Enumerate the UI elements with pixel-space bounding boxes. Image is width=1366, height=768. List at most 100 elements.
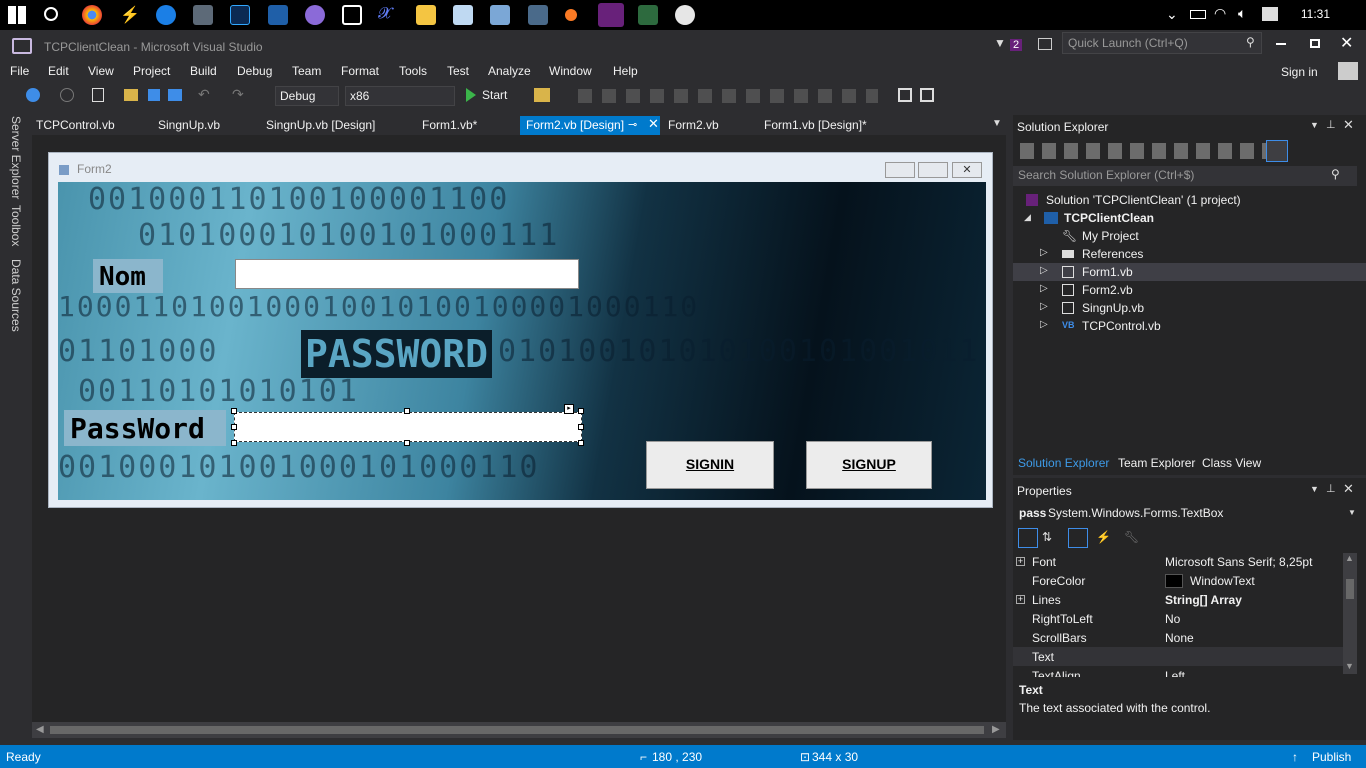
undo-icon[interactable]: ↶ [198,86,210,103]
data-sources-tab[interactable]: Data Sources [9,259,23,332]
chrome-icon[interactable] [82,5,102,25]
account-icon[interactable] [1338,62,1358,80]
pin-icon[interactable]: ⊸ [628,118,637,131]
prop-value[interactable]: String[] Array [1165,593,1242,607]
script-icon[interactable]: 𝓧 [378,5,398,25]
chevron-up-icon[interactable]: ⌄ [1166,6,1178,23]
references-node[interactable]: References [1082,247,1143,261]
publish-button[interactable]: Publish [1312,750,1351,764]
form-maximize-button[interactable] [918,162,948,178]
scroll-left-icon[interactable]: ◀ [36,724,44,735]
forward-icon[interactable] [60,88,74,102]
form2-node[interactable]: Form2.vb [1082,283,1133,297]
props-scrollbar[interactable]: ▲ ▼ [1343,553,1357,674]
tab-order-icon[interactable] [898,88,912,102]
tab-form2-design[interactable]: Form2.vb [Design] [520,116,660,135]
menu-format[interactable]: Format [341,64,379,78]
selection-handle[interactable] [404,440,410,446]
menu-help[interactable]: Help [613,64,638,78]
prop-value[interactable]: WindowText [1190,574,1255,588]
selection-handle[interactable] [231,408,237,414]
feedback-icon[interactable] [1038,38,1052,50]
notepad-icon[interactable] [453,5,473,25]
photoshop-icon[interactable] [230,5,250,25]
form-close-button[interactable]: ✕ [952,162,982,178]
save-all-icon[interactable] [168,89,182,101]
horizontal-scrollbar[interactable]: ◀ ▶ [32,722,1006,738]
pin-icon[interactable]: ⊥ [1326,118,1336,131]
scroll-thumb[interactable] [1346,579,1354,599]
menu-analyze[interactable]: Analyze [488,64,531,78]
selection-handle[interactable] [578,440,584,446]
align-toolbar-icons[interactable] [578,89,878,103]
tab-singnup-design[interactable]: SingnUp.vb [Design] [260,116,381,135]
globe-icon[interactable] [305,5,325,25]
panel-menu-icon[interactable]: ▼ [1310,120,1319,130]
singnup-node[interactable]: SingnUp.vb [1082,301,1144,315]
prop-value[interactable]: None [1165,631,1194,645]
pass-textbox[interactable] [234,412,582,442]
menu-project[interactable]: Project [133,64,170,78]
scroll-up-icon[interactable]: ▲ [1345,553,1354,563]
menu-window[interactable]: Window [549,64,592,78]
selection-handle[interactable] [578,408,584,414]
object-name[interactable]: pass [1019,506,1046,520]
tab-form2[interactable]: Form2.vb [662,116,725,135]
form1-node[interactable]: Form1.vb [1082,265,1133,279]
tab-form1-design[interactable]: Form1.vb [Design]* [758,116,873,135]
tab-team-explorer[interactable]: Team Explorer [1118,456,1195,470]
form-minimize-button[interactable] [885,162,915,178]
close-tab-icon[interactable]: ✕ [648,116,659,132]
start-button[interactable]: Start [482,88,507,102]
selection-handle[interactable] [404,408,410,414]
search-icon[interactable]: ⚲ [1246,35,1255,49]
tab-singnup[interactable]: SingnUp.vb [152,116,226,135]
search-icon[interactable]: ⚲ [1331,167,1340,181]
nom-textbox[interactable] [235,259,579,289]
menu-view[interactable]: View [88,64,114,78]
new-project-icon[interactable] [92,88,104,102]
folder-icon[interactable] [416,5,436,25]
visual-studio-icon[interactable] [598,3,624,27]
quick-launch-input[interactable]: Quick Launch (Ctrl+Q) [1062,32,1262,54]
notification-count[interactable]: 2 [1010,39,1023,51]
platform-select[interactable]: x86 [345,86,455,106]
signup-button[interactable]: SIGNUP [806,441,932,489]
sign-in-link[interactable]: Sign in [1281,65,1318,79]
property-pages-icon[interactable]: 🔧︎ [1124,530,1139,544]
start-icon[interactable] [466,88,476,102]
menu-test[interactable]: Test [447,64,469,78]
back-icon[interactable] [26,88,40,102]
solution-toolbar-icons[interactable] [1020,143,1266,159]
properties-view-icon[interactable] [1068,528,1088,548]
tool-icon[interactable] [528,5,548,25]
project-node[interactable]: TCPClientClean [1064,211,1154,225]
tab-class-view[interactable]: Class View [1202,456,1261,470]
redo-icon[interactable]: ↷ [232,86,244,103]
categorized-icon[interactable] [1018,528,1038,548]
close-icon[interactable]: ✕ [1343,117,1354,133]
prop-value[interactable]: Microsoft Sans Serif; 8,25pt [1165,555,1312,569]
expanded-arrow-icon[interactable]: ◢ [1024,212,1031,223]
my-project-node[interactable]: My Project [1082,229,1139,243]
clock[interactable]: 11:31 [1301,7,1330,21]
battery-icon[interactable] [1190,10,1206,19]
tcpcontrol-node[interactable]: TCPControl.vb [1082,319,1161,333]
alphabetical-icon[interactable]: ⇅ [1042,530,1052,544]
menu-build[interactable]: Build [190,64,217,78]
collapsed-arrow-icon[interactable]: ▷ [1040,283,1048,294]
open-folder-icon[interactable] [124,89,138,101]
scroll-thumb[interactable] [50,726,984,734]
pin-icon[interactable]: ⊥ [1326,482,1336,495]
selection-handle[interactable] [231,440,237,446]
box-icon[interactable] [490,5,510,25]
search-icon[interactable] [44,7,58,21]
close-button[interactable]: ✕ [1340,33,1353,53]
server-explorer-tab[interactable]: Server Explorer [9,116,23,199]
tab-form1[interactable]: Form1.vb* [416,116,483,135]
panel-menu-icon[interactable]: ▼ [1310,484,1319,494]
collapsed-arrow-icon[interactable]: ▷ [1040,265,1048,276]
menu-team[interactable]: Team [292,64,321,78]
menu-tools[interactable]: Tools [399,64,427,78]
bring-front-icon[interactable] [920,88,934,102]
